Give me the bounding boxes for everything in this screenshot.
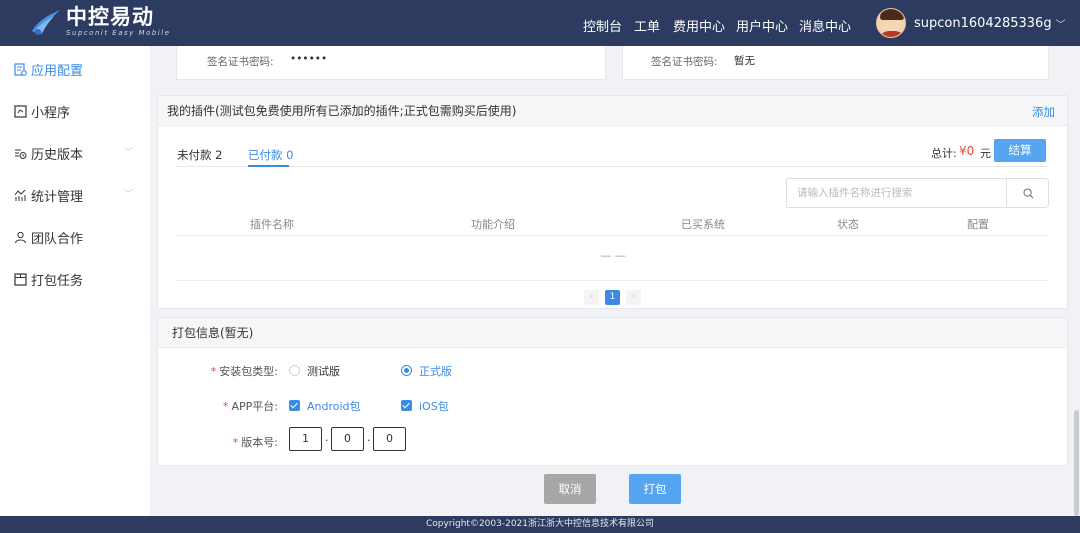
cancel-button[interactable]: 取消 xyxy=(544,474,596,504)
checkbox-ios-label[interactable]: iOS包 xyxy=(419,398,449,414)
user-menu[interactable]: supcon1604285336g ﹀ xyxy=(876,8,1066,38)
build-button[interactable]: 打包 xyxy=(629,474,681,504)
nav-user-center[interactable]: 用户中心 xyxy=(736,16,788,35)
version-separator: . xyxy=(325,431,329,444)
package-task-icon xyxy=(14,272,27,286)
app-config-icon xyxy=(14,62,27,76)
sidebar-item-label: 打包任务 xyxy=(31,273,84,289)
install-type-label: * 安装包类型: xyxy=(210,365,278,378)
sidebar-item-label: 历史版本 xyxy=(31,147,84,163)
pager-prev-button[interactable]: ‹ xyxy=(584,290,599,305)
column-purchased-systems: 已买系统 xyxy=(681,218,725,231)
total-amount: ¥0 xyxy=(959,144,975,158)
column-plugin-name: 插件名称 xyxy=(250,218,294,231)
sidebar: 应用配置 小程序 历史版本 ﹀ 统计管理 ﹀ 团队合作 打包任务 xyxy=(0,46,150,516)
version-patch-input[interactable]: 0 xyxy=(373,427,406,451)
cert-password-label: 签名证书密码: xyxy=(651,56,718,68)
tab-unpaid[interactable]: 未付款 2 xyxy=(177,147,222,163)
empty-placeholder: — — xyxy=(600,249,626,262)
package-title: 打包信息(暂无) xyxy=(172,326,254,340)
active-tab-indicator xyxy=(248,165,289,167)
sidebar-item-statistics[interactable]: 统计管理 ﹀ xyxy=(0,174,150,216)
version-minor-input[interactable]: 0 xyxy=(331,427,364,451)
sidebar-item-label: 应用配置 xyxy=(31,63,84,79)
add-plugin-link[interactable]: 添加 xyxy=(1032,104,1055,120)
team-icon xyxy=(14,231,27,244)
avatar xyxy=(876,8,906,38)
top-header: 中控易动 Supconit Easy Mobile 控制台 工单 费用中心 用户… xyxy=(0,0,1080,46)
page-scrollbar[interactable] xyxy=(1074,410,1079,516)
logo[interactable]: 中控易动 Supconit Easy Mobile xyxy=(30,6,171,37)
column-status: 状态 xyxy=(837,218,859,231)
plugin-search-input[interactable]: 请输入插件名称进行搜索 xyxy=(786,178,1007,208)
radio-release-label[interactable]: 正式版 xyxy=(419,363,452,379)
total-unit: 元 xyxy=(980,147,991,160)
cert-card-right: 签名证书密码: 暂无 xyxy=(622,46,1049,80)
logo-mark-icon xyxy=(30,7,62,37)
sidebar-item-package-task[interactable]: 打包任务 xyxy=(0,258,150,300)
package-card: 打包信息(暂无) * 安装包类型: 测试版 正式版 * APP平台: Android… xyxy=(157,317,1068,466)
sidebar-item-label: 团队合作 xyxy=(31,231,84,247)
logo-title: 中控易动 xyxy=(66,5,154,29)
history-icon xyxy=(14,147,27,160)
cert-password-value: 暂无 xyxy=(734,55,755,67)
sidebar-item-mini-program[interactable]: 小程序 xyxy=(0,90,150,132)
radio-test-version[interactable] xyxy=(289,365,300,376)
sidebar-item-team[interactable]: 团队合作 xyxy=(0,216,150,258)
search-button[interactable] xyxy=(1006,178,1049,208)
plugins-title: 我的插件(测试包免费使用所有已添加的插件;正式包需购买后使用) xyxy=(167,104,517,118)
chevron-down-icon: ﹀ xyxy=(1055,19,1066,31)
cert-password-label: 签名证书密码: xyxy=(207,56,274,68)
radio-test-label[interactable]: 测试版 xyxy=(307,363,340,379)
search-icon xyxy=(1023,188,1034,199)
version-separator: . xyxy=(367,431,371,444)
chevron-down-icon: ﹀ xyxy=(124,190,134,200)
checkbox-android-label[interactable]: Android包 xyxy=(307,398,361,414)
column-description: 功能介绍 xyxy=(471,218,515,231)
pager-page-1[interactable]: 1 xyxy=(605,290,620,305)
footer: Copyright©2003-2021浙江浙大中控信息技术有限公司 xyxy=(0,516,1080,533)
sidebar-item-label: 小程序 xyxy=(31,105,71,121)
version-major-input[interactable]: 1 xyxy=(289,427,322,451)
chevron-down-icon: ﹀ xyxy=(124,148,134,158)
nav-messages[interactable]: 消息中心 xyxy=(799,16,851,35)
nav-tickets[interactable]: 工单 xyxy=(634,16,660,35)
radio-release-version[interactable] xyxy=(401,365,412,376)
copyright-text: Copyright©2003-2021浙江浙大中控信息技术有限公司 xyxy=(425,519,655,529)
sidebar-item-app-config[interactable]: 应用配置 xyxy=(0,48,150,90)
table-header-divider xyxy=(176,235,1049,236)
nav-billing[interactable]: 费用中心 xyxy=(673,16,725,35)
sidebar-item-history[interactable]: 历史版本 ﹀ xyxy=(0,132,150,174)
mini-program-icon xyxy=(14,104,27,118)
platform-label: * APP平台: xyxy=(223,400,278,413)
checkout-button[interactable]: 结算 xyxy=(994,139,1046,162)
logo-subtitle: Supconit Easy Mobile xyxy=(66,29,171,37)
main-content: 签名证书密码: •••••• 签名证书密码: 暂无 我的插件(测试包免费使用所有… xyxy=(150,46,1080,516)
statistics-icon xyxy=(14,189,27,202)
pager-next-button[interactable]: › xyxy=(626,290,641,305)
plugins-card-header: 我的插件(测试包免费使用所有已添加的插件;正式包需购买后使用) xyxy=(158,96,1067,126)
checkbox-ios[interactable] xyxy=(401,400,412,411)
package-card-header: 打包信息(暂无) xyxy=(158,318,1067,348)
nav-console[interactable]: 控制台 xyxy=(583,16,622,35)
tabs-divider xyxy=(176,166,1049,167)
checkbox-android[interactable] xyxy=(289,400,300,411)
version-label: * 版本号: xyxy=(232,436,278,449)
plugins-card: 我的插件(测试包免费使用所有已添加的插件;正式包需购买后使用) 添加 未付款 2… xyxy=(157,95,1068,309)
total-label: 总计: xyxy=(931,147,957,160)
sidebar-item-label: 统计管理 xyxy=(31,189,84,205)
cert-password-value: •••••• xyxy=(290,53,328,65)
username: supcon1604285336g xyxy=(914,15,1052,31)
cert-card-left: 签名证书密码: •••••• xyxy=(176,46,606,80)
tab-paid[interactable]: 已付款 0 xyxy=(248,147,293,163)
column-config: 配置 xyxy=(967,218,989,231)
table-bottom-divider xyxy=(176,280,1049,281)
